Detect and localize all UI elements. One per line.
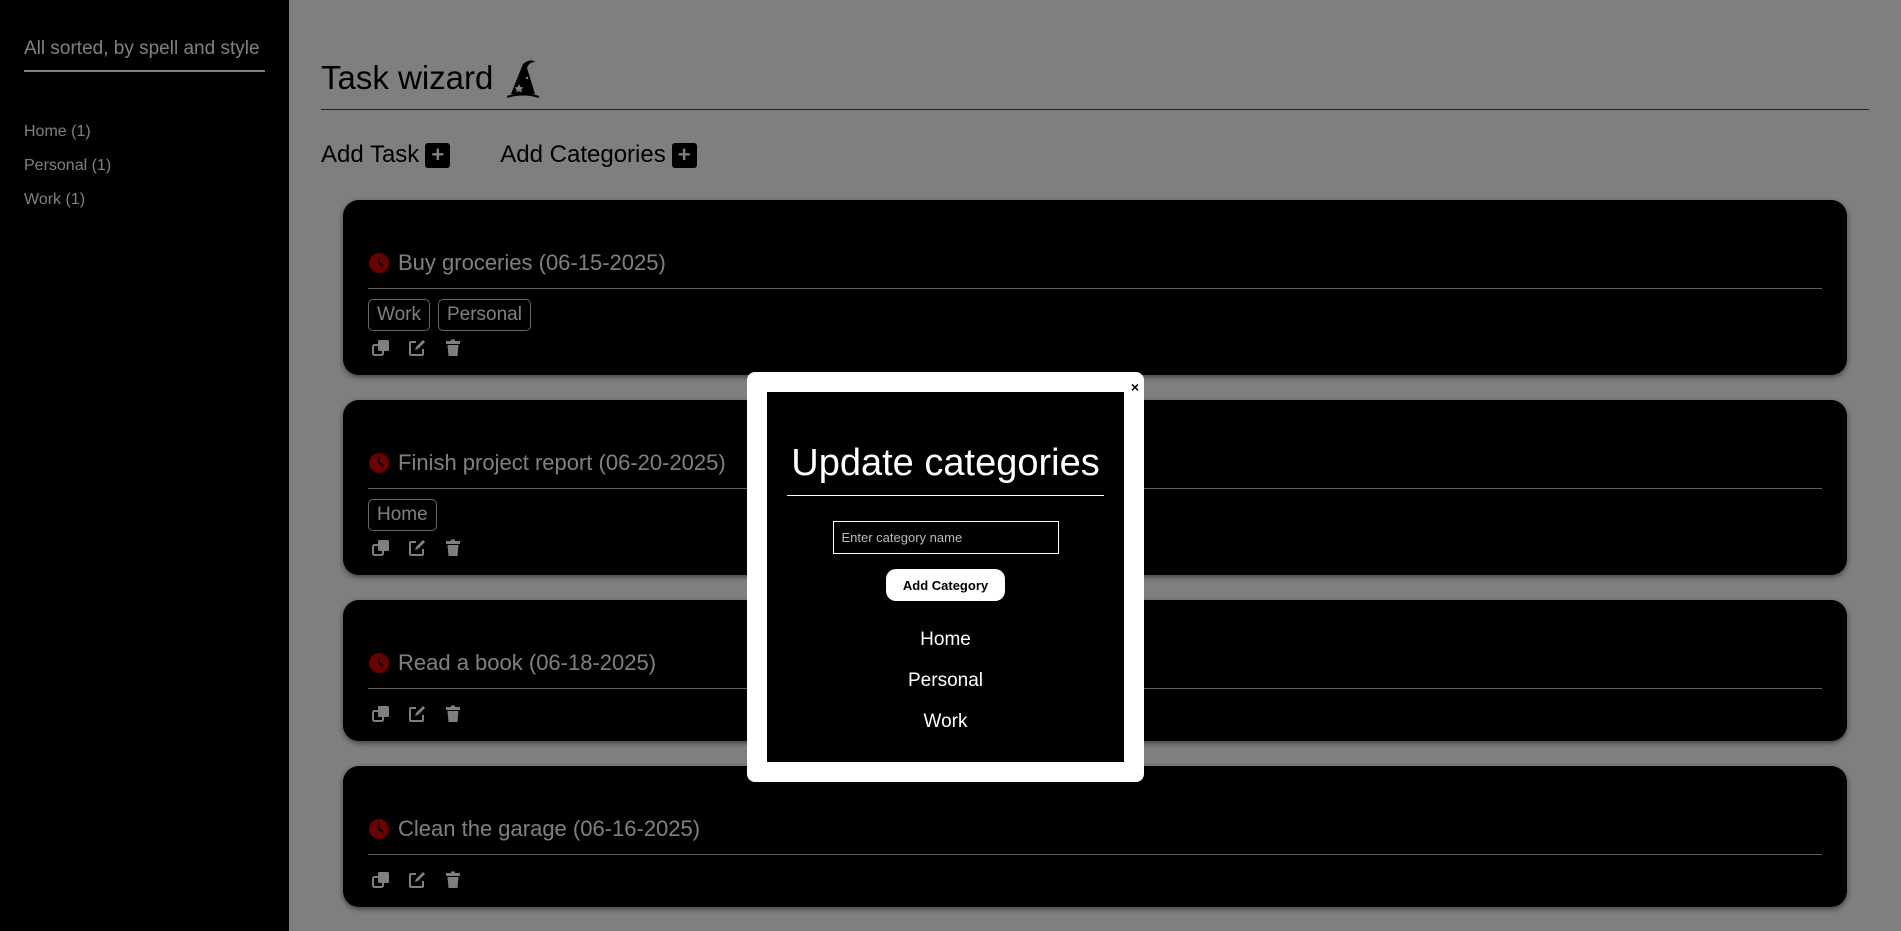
modal-title: Update categories bbox=[787, 442, 1104, 496]
modal-category-work[interactable]: Work bbox=[787, 701, 1104, 742]
modal-category-personal[interactable]: Personal bbox=[787, 660, 1104, 701]
close-icon[interactable]: × bbox=[1131, 380, 1139, 394]
update-categories-modal: × Update categories Add Category Home Pe… bbox=[747, 372, 1144, 782]
modal-category-home[interactable]: Home bbox=[787, 619, 1104, 660]
add-category-button[interactable]: Add Category bbox=[886, 569, 1005, 601]
modal-body: Update categories Add Category Home Pers… bbox=[767, 392, 1124, 762]
category-name-input[interactable] bbox=[832, 521, 1059, 554]
modal-category-list: Home Personal Work bbox=[787, 619, 1104, 742]
